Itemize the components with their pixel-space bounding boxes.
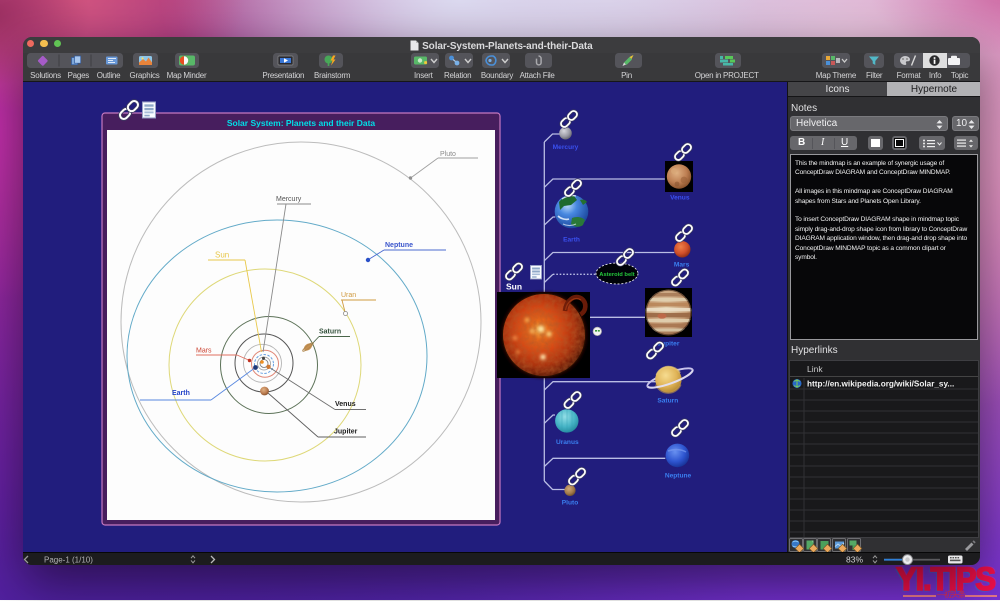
svg-text:Jupiter: Jupiter [334,429,358,436]
svg-text:Asteroid belt: Asteroid belt [599,272,634,278]
svg-text:Neptune: Neptune [385,242,413,249]
svg-text:Sun: Sun [215,251,229,260]
svg-text:Uran: Uran [341,292,356,299]
svg-text:Page-1 (1/10): Page-1 (1/10) [44,556,93,565]
svg-text:Venus: Venus [670,195,690,202]
svg-text:83%: 83% [846,555,863,565]
svg-text:Mars: Mars [196,348,212,355]
svg-text:Venus: Venus [335,401,356,408]
svg-text:Saturn: Saturn [657,398,678,405]
svg-text:Sun: Sun [506,282,522,292]
svg-text:Earth: Earth [172,390,190,397]
svg-text:Earth: Earth [563,237,580,244]
svg-text:Pluto: Pluto [440,151,456,158]
svg-text:Uranus: Uranus [556,439,579,446]
svg-text:Mercury: Mercury [276,196,302,203]
svg-text:Neptune: Neptune [665,473,692,480]
svg-text:Mars: Mars [674,262,690,269]
svg-text:Solar System: Planets and thei: Solar System: Planets and their Data [227,118,376,128]
svg-text:Mercury: Mercury [553,144,579,151]
svg-text:Saturn: Saturn [319,329,341,336]
svg-text:Pluto: Pluto [562,500,578,507]
svg-text:http://en.wikipedia.org/wiki/S: http://en.wikipedia.org/wiki/Solar_sy... [807,380,954,389]
